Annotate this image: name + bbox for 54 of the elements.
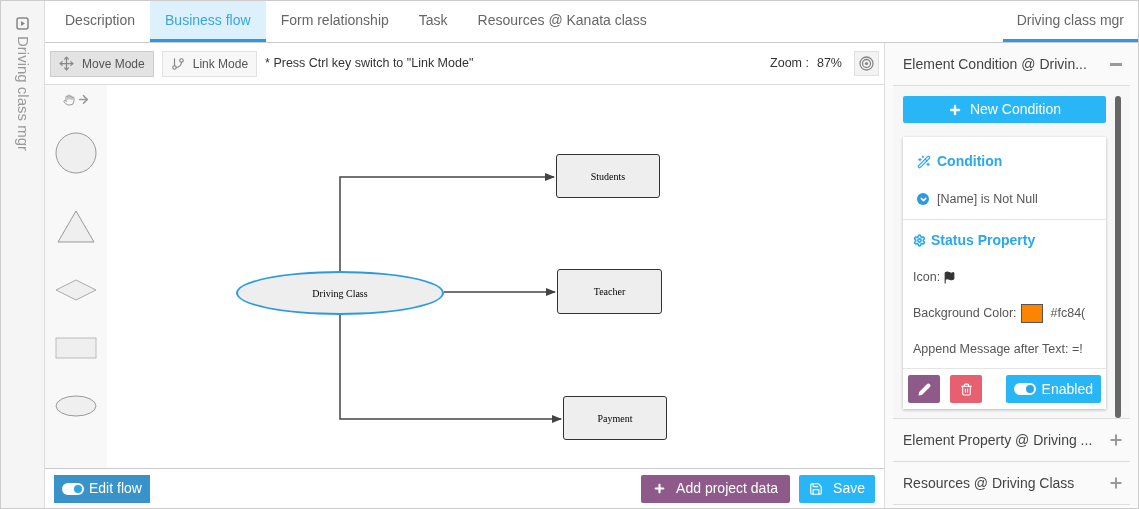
- save-icon: [809, 481, 824, 496]
- target-icon: [859, 56, 874, 71]
- accordion-header[interactable]: Resources @ Driving Class: [893, 462, 1130, 505]
- zoom-label: Zoom :: [770, 55, 809, 73]
- ellipse-node[interactable]: Driving Class: [236, 271, 444, 315]
- diamond-shape-icon[interactable]: [55, 279, 97, 301]
- zoom-value: 87%: [816, 55, 842, 73]
- rectangle-shape-icon[interactable]: [55, 337, 97, 359]
- tab[interactable]: Resources @ Kanata class: [462, 1, 662, 42]
- hint-text: * Press Ctrl key switch to "Link Mode": [265, 55, 474, 73]
- flag-icon: [943, 270, 957, 284]
- background-color-label: Background Color:: [913, 304, 1017, 322]
- toggle-icon: [1013, 383, 1036, 396]
- append-message-label: Append Message after Text: =!: [913, 340, 1084, 358]
- gear-icon: [913, 233, 926, 247]
- move-mode-button[interactable]: Move Mode: [50, 50, 154, 77]
- side-title: Driving class mgr: [13, 36, 33, 152]
- circle-shape-icon[interactable]: [55, 132, 97, 174]
- process-node[interactable]: Students: [556, 154, 660, 198]
- pencil-icon: [917, 382, 931, 396]
- process-node[interactable]: Payment: [563, 396, 667, 440]
- toggle-icon: [62, 482, 84, 495]
- play-icon[interactable]: [16, 17, 29, 30]
- tab[interactable]: Description: [50, 1, 151, 42]
- condition-heading: Condition: [937, 152, 1003, 171]
- color-swatch[interactable]: [1020, 303, 1043, 323]
- plus-icon: [947, 102, 962, 117]
- trash-icon: [959, 382, 973, 396]
- add-project-data-button[interactable]: Add project data: [641, 474, 791, 503]
- scrollbar[interactable]: [1115, 96, 1121, 418]
- triangle-shape-icon[interactable]: [57, 210, 95, 243]
- edit-flow-button[interactable]: Edit flow: [54, 474, 150, 503]
- target-button[interactable]: [854, 51, 879, 76]
- hand-icon[interactable]: [62, 93, 75, 106]
- ellipse-shape-icon[interactable]: [55, 395, 97, 417]
- move-icon: [59, 56, 74, 71]
- collapse-icon: [1110, 62, 1122, 66]
- expand-icon: [1108, 432, 1124, 448]
- tab[interactable]: Task: [403, 1, 463, 42]
- plus-icon: [653, 482, 667, 495]
- icon-label: Icon:: [913, 268, 941, 286]
- status-heading: Status Property: [931, 230, 1036, 250]
- tab[interactable]: Form relationship: [265, 1, 404, 42]
- link-mode-button[interactable]: Link Mode: [161, 50, 258, 77]
- condition-text: [Name] is Not Null: [937, 191, 1038, 208]
- wand-icon: [917, 154, 931, 169]
- accordion-header[interactable]: Element Property @ Driving ...: [893, 419, 1130, 462]
- branch-icon: [170, 56, 185, 71]
- expand-icon: [1108, 475, 1124, 491]
- arrow-icon[interactable]: [76, 93, 90, 106]
- edit-button[interactable]: [908, 375, 940, 404]
- process-node[interactable]: Teacher: [557, 269, 662, 314]
- color-value: #fc84(: [1050, 304, 1086, 322]
- delete-button[interactable]: [950, 375, 982, 404]
